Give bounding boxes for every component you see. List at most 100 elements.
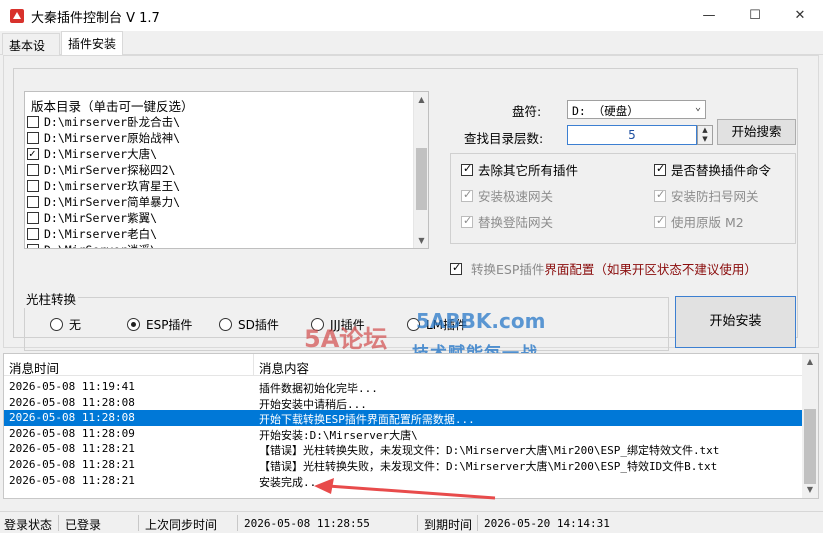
radio-jjj-plugin[interactable]: JJJ插件 <box>311 316 365 333</box>
start-search-button[interactable]: 开始搜索 <box>717 119 796 145</box>
option-replace-login-gateway: 替换登陆网关 <box>461 212 553 231</box>
version-list-item[interactable]: D:\MirServer紫翼\ <box>27 210 410 226</box>
log-row[interactable]: 2026-05-08 11:28:08 开始安装中请稍后... <box>4 395 802 411</box>
drive-select-value: D: （硬盘） <box>572 104 639 118</box>
checkbox[interactable] <box>654 162 666 176</box>
step-up-icon[interactable]: ▲ <box>698 126 712 135</box>
version-path: D:\MirServer逍遥\ <box>44 242 157 248</box>
log-time: 2026-05-08 11:28:09 <box>9 426 135 440</box>
version-list-header[interactable]: 版本目录（单击可一键反选） <box>31 96 194 115</box>
search-depth-label: 查找目录层数: <box>464 131 544 146</box>
option-remove-other-plugins[interactable]: 去除其它所有插件 <box>461 160 578 179</box>
log-row[interactable]: 2026-05-08 11:19:41 插件数据初始化完毕... <box>4 379 802 395</box>
checkbox[interactable] <box>450 261 462 275</box>
status-bar: 登录状态 已登录 上次同步时间 2026-05-08 11:28:55 到期时间… <box>0 511 823 533</box>
checkbox <box>461 214 473 228</box>
column-divider[interactable] <box>253 354 254 376</box>
scroll-thumb[interactable] <box>416 148 427 210</box>
log-message: 开始安装:D:\Mirserver大唐\ <box>259 428 418 442</box>
log-time: 2026-05-08 11:28:21 <box>9 473 135 487</box>
expire-label: 到期时间 <box>424 518 473 532</box>
version-directory-list[interactable]: 版本目录（单击可一键反选） D:\mirserver卧龙合击\ D:\Mirser… <box>24 91 429 249</box>
log-row[interactable]: 2026-05-08 11:28:09 开始安装:D:\Mirserver大唐\ <box>4 426 802 442</box>
version-list-item[interactable]: D:\MirServer简单暴力\ <box>27 194 410 210</box>
install-settings-group: 版本目录（单击可一键反选） D:\mirserver卧龙合击\ D:\Mirser… <box>13 68 798 364</box>
app-logo-icon <box>10 9 24 23</box>
scroll-thumb[interactable] <box>804 409 816 484</box>
plugin-install-panel: 版本目录（单击可一键反选） D:\mirserver卧龙合击\ D:\Mirser… <box>3 55 819 364</box>
checkbox[interactable] <box>461 162 473 176</box>
log-row[interactable]: 2026-05-08 11:28:21 【错误】光柱转换失败，未发现文件：D:\M… <box>4 457 802 473</box>
radio-none[interactable]: 无 <box>50 316 81 333</box>
version-list-item[interactable]: D:\Mirserver原始战神\ <box>27 130 410 146</box>
checkbox[interactable] <box>27 244 39 248</box>
scroll-down-icon[interactable]: ▼ <box>802 482 818 498</box>
checkbox[interactable] <box>27 228 39 240</box>
version-list-item[interactable]: D:\mirserver玖宵星王\ <box>27 178 410 194</box>
log-scrollbar[interactable]: ▲ ▼ <box>802 354 818 498</box>
log-row[interactable]: 2026-05-08 11:28:21 安装完成... <box>4 473 802 489</box>
checkbox[interactable] <box>27 212 39 224</box>
radio-lm-plugin[interactable]: LM插件 <box>407 316 467 333</box>
chevron-down-icon: ⌄ <box>694 102 701 113</box>
status-divider <box>477 515 478 531</box>
version-list-item[interactable]: D:\Mirserver大唐\ <box>27 146 410 162</box>
checkbox <box>654 214 666 228</box>
checkbox[interactable] <box>27 132 39 144</box>
checkbox[interactable] <box>27 146 39 162</box>
drive-select[interactable]: D: （硬盘） ⌄ <box>567 100 706 119</box>
log-row[interactable]: 2026-05-08 11:28:08 开始下载转换ESP插件界面配置所需数据..… <box>4 410 802 426</box>
radio-button[interactable] <box>219 318 232 331</box>
close-button[interactable]: ✕ <box>777 0 823 31</box>
checkbox[interactable] <box>27 164 39 176</box>
version-list-item[interactable]: D:\mirserver卧龙合击\ <box>27 114 410 130</box>
step-down-icon[interactable]: ▼ <box>698 135 712 144</box>
tab-basic-settings[interactable]: 基本设置 <box>2 33 60 70</box>
option-install-anti-scan-gateway: 安装防扫号网关 <box>654 186 759 205</box>
status-divider <box>237 515 238 531</box>
status-divider <box>138 515 139 531</box>
log-message: 安装完成... <box>259 475 323 489</box>
version-list-item[interactable]: D:\MirServer探秘四2\ <box>27 162 410 178</box>
log-time: 2026-05-08 11:28:21 <box>9 457 135 471</box>
radio-esp-plugin[interactable]: ESP插件 <box>127 316 192 333</box>
maximize-button[interactable]: ☐ <box>732 0 778 31</box>
version-path: D:\mirserver玖宵星王\ <box>44 179 181 193</box>
option-label: 替换登陆网关 <box>478 215 554 230</box>
radio-button[interactable] <box>311 318 324 331</box>
column-time[interactable]: 消息时间 <box>9 358 59 377</box>
radio-button[interactable] <box>407 318 420 331</box>
log-row[interactable]: 2026-05-08 11:28:21 【错误】光柱转换失败，未发现文件：D:\M… <box>4 441 802 457</box>
scroll-up-icon[interactable]: ▲ <box>802 354 818 370</box>
search-depth-input[interactable]: 5 <box>567 125 697 145</box>
drive-label: 盘符: <box>512 104 542 119</box>
checkbox[interactable] <box>27 196 39 208</box>
message-log[interactable]: 消息时间 消息内容 2026-05-08 11:19:41 插件数据初始化完毕..… <box>3 353 819 499</box>
tab-plugin-install[interactable]: 插件安装 <box>61 31 123 56</box>
radio-sd-plugin[interactable]: SD插件 <box>219 316 279 333</box>
option-label: 是否替换插件命令 <box>671 163 772 178</box>
depth-stepper[interactable]: ▲ ▼ <box>697 125 713 145</box>
log-time: 2026-05-08 11:28:21 <box>9 442 135 456</box>
version-list-scrollbar[interactable]: ▲ ▼ <box>413 92 428 248</box>
log-time: 2026-05-08 11:28:08 <box>9 411 135 425</box>
checkbox[interactable] <box>27 116 39 128</box>
scroll-up-icon[interactable]: ▲ <box>414 92 428 107</box>
version-path: D:\Mirserver大唐\ <box>44 147 158 161</box>
version-list-item[interactable]: D:\Mirserver老白\ <box>27 226 410 242</box>
start-install-button[interactable]: 开始安装 <box>675 296 796 348</box>
scroll-down-icon[interactable]: ▼ <box>414 233 428 248</box>
radio-button[interactable] <box>127 318 140 331</box>
option-convert-esp-ui[interactable]: 转换ESP插件界面配置（如果开区状态不建议使用） <box>450 259 757 278</box>
option-replace-plugin-commands[interactable]: 是否替换插件命令 <box>654 160 771 179</box>
version-list-item[interactable]: D:\MirServer逍遥\ <box>27 242 410 248</box>
radio-button[interactable] <box>50 318 63 331</box>
radio-label: 无 <box>69 318 82 332</box>
checkbox[interactable] <box>27 180 39 192</box>
version-path: D:\mirserver卧龙合击\ <box>44 115 181 129</box>
version-path: D:\MirServer简单暴力\ <box>44 195 181 209</box>
checkbox <box>654 188 666 202</box>
login-status-label: 登录状态 <box>4 518 53 532</box>
column-message[interactable]: 消息内容 <box>259 358 309 377</box>
minimize-button[interactable]: — <box>686 0 732 31</box>
